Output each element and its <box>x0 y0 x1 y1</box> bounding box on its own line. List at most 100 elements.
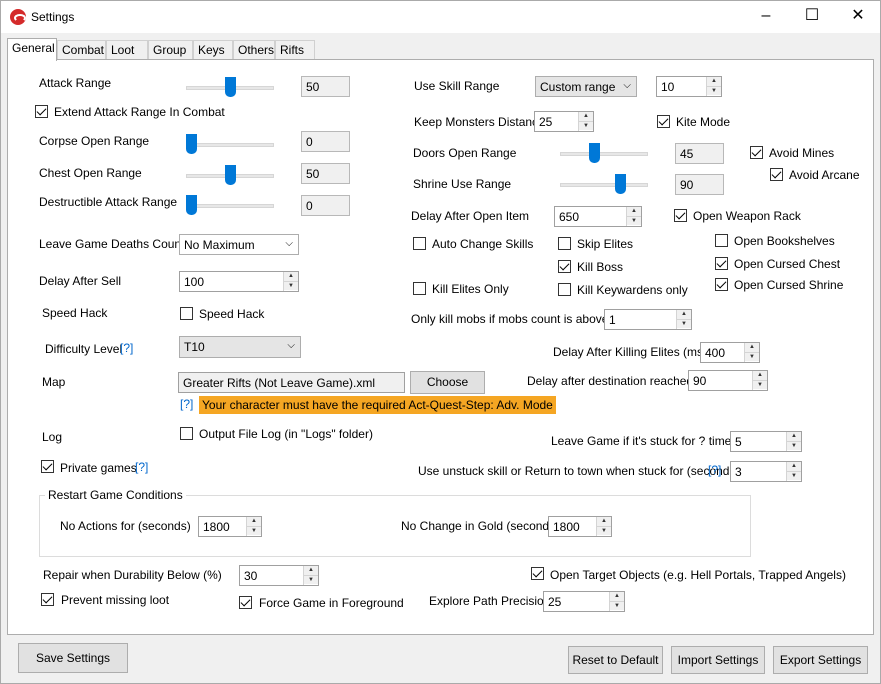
avoid-mines-checkbox[interactable] <box>750 146 763 159</box>
open-cursed-shrine-checkbox[interactable] <box>715 278 728 291</box>
maximize-button[interactable]: ☐ <box>789 1 835 33</box>
open-cursed-chest-checkbox[interactable] <box>715 257 728 270</box>
shrine-use-slider[interactable] <box>560 174 648 196</box>
chest-open-slider[interactable] <box>186 165 274 187</box>
minimize-button[interactable]: – <box>743 1 789 33</box>
log-checkbox[interactable] <box>180 427 193 440</box>
leave-deaths-select[interactable]: No Maximum ⌵ <box>179 234 299 255</box>
spin-up-icon[interactable]: ▲ <box>579 112 593 121</box>
speed-hack-checkbox[interactable] <box>180 307 193 320</box>
spin-up-icon[interactable]: ▲ <box>247 517 261 526</box>
unstuck-help-link[interactable]: [?] <box>708 463 721 477</box>
spin-down-icon[interactable]: ▼ <box>304 575 318 584</box>
close-button[interactable]: ✕ <box>835 1 881 33</box>
no-gold-input[interactable]: 1800 ▲ ▼ <box>548 516 612 537</box>
open-target-checkbox[interactable] <box>531 567 544 580</box>
tab-others[interactable]: Others <box>233 40 275 60</box>
spin-down-icon[interactable]: ▼ <box>247 526 261 535</box>
open-weapon-rack-checkbox[interactable] <box>674 209 687 222</box>
tab-combat[interactable]: Combat <box>57 40 106 60</box>
tab-general[interactable]: General <box>7 38 57 61</box>
spin-down-icon[interactable]: ▼ <box>610 601 624 610</box>
kill-keywardens-checkbox[interactable] <box>558 283 571 296</box>
use-skill-range-select[interactable]: Custom range ⌵ <box>535 76 637 97</box>
spin-down-icon[interactable]: ▼ <box>745 352 759 361</box>
leave-stuck-spinner[interactable]: ▲ ▼ <box>786 432 801 451</box>
difficulty-help-link[interactable]: [?] <box>120 341 133 355</box>
skip-elites-checkbox[interactable] <box>558 237 571 250</box>
spin-up-icon[interactable]: ▲ <box>787 432 801 441</box>
auto-change-skills-checkbox[interactable] <box>413 237 426 250</box>
map-file-field[interactable]: Greater Rifts (Not Leave Game).xml <box>178 372 405 393</box>
save-settings-button[interactable]: Save Settings <box>18 643 128 673</box>
private-games-checkbox[interactable] <box>41 460 54 473</box>
spin-up-icon[interactable]: ▲ <box>597 517 611 526</box>
spin-up-icon[interactable]: ▲ <box>753 371 767 380</box>
tab-group[interactable]: Group <box>148 40 193 60</box>
explore-input[interactable]: 25 ▲ ▼ <box>543 591 625 612</box>
spin-up-icon[interactable]: ▲ <box>745 343 759 352</box>
destructible-slider[interactable] <box>186 195 274 217</box>
spin-up-icon[interactable]: ▲ <box>677 310 691 319</box>
repair-spinner[interactable]: ▲ ▼ <box>303 566 318 585</box>
repair-input[interactable]: 30 ▲ ▼ <box>239 565 319 586</box>
prevent-loot-checkbox[interactable] <box>41 593 54 606</box>
mobs-count-spinner[interactable]: ▲ ▼ <box>676 310 691 329</box>
spin-down-icon[interactable]: ▼ <box>753 380 767 389</box>
no-actions-spinner[interactable]: ▲ ▼ <box>246 517 261 536</box>
spin-up-icon[interactable]: ▲ <box>284 272 298 281</box>
spin-down-icon[interactable]: ▼ <box>627 216 641 225</box>
spin-down-icon[interactable]: ▼ <box>707 86 721 95</box>
spin-up-icon[interactable]: ▲ <box>787 462 801 471</box>
private-games-help-link[interactable]: [?] <box>135 460 148 474</box>
spin-down-icon[interactable]: ▼ <box>787 471 801 480</box>
kite-mode-checkbox[interactable] <box>657 115 670 128</box>
open-bookshelves-checkbox[interactable] <box>715 234 728 247</box>
unstuck-spinner[interactable]: ▲ ▼ <box>786 462 801 481</box>
import-settings-button[interactable]: Import Settings <box>671 646 765 674</box>
export-settings-button[interactable]: Export Settings <box>773 646 868 674</box>
tab-loot[interactable]: Loot <box>106 40 148 60</box>
spin-up-icon[interactable]: ▲ <box>304 566 318 575</box>
kill-elites-only-checkbox[interactable] <box>413 282 426 295</box>
spin-up-icon[interactable]: ▲ <box>627 207 641 216</box>
delay-elites-spinner[interactable]: ▲ ▼ <box>744 343 759 362</box>
spin-down-icon[interactable]: ▼ <box>677 319 691 328</box>
spin-down-icon[interactable]: ▼ <box>597 526 611 535</box>
leave-stuck-input[interactable]: 5 ▲ ▼ <box>730 431 802 452</box>
no-gold-spinner[interactable]: ▲ ▼ <box>596 517 611 536</box>
tab-keys[interactable]: Keys <box>193 40 233 60</box>
delay-sell-input[interactable]: 100 ▲ ▼ <box>179 271 299 292</box>
delay-open-item-spinner[interactable]: ▲ ▼ <box>626 207 641 226</box>
delay-elites-input[interactable]: 400 ▲ ▼ <box>700 342 760 363</box>
avoid-arcane-checkbox[interactable] <box>770 168 783 181</box>
spin-down-icon[interactable]: ▼ <box>787 441 801 450</box>
no-actions-input[interactable]: 1800 ▲ ▼ <box>198 516 262 537</box>
spin-down-icon[interactable]: ▼ <box>579 121 593 130</box>
use-skill-range-input[interactable]: 10 ▲ ▼ <box>656 76 722 97</box>
delay-destination-input[interactable]: 90 ▲ ▼ <box>688 370 768 391</box>
unstuck-input[interactable]: 3 ▲ ▼ <box>730 461 802 482</box>
delay-sell-spinner[interactable]: ▲ ▼ <box>283 272 298 291</box>
tab-rifts[interactable]: Rifts <box>275 40 315 60</box>
mobs-count-input[interactable]: 1 ▲ ▼ <box>604 309 692 330</box>
spin-up-icon[interactable]: ▲ <box>707 77 721 86</box>
kill-boss-checkbox[interactable] <box>558 260 571 273</box>
map-help-link[interactable]: [?] <box>180 397 193 411</box>
force-fg-checkbox[interactable] <box>239 596 252 609</box>
keep-distance-input[interactable]: 25 ▲ ▼ <box>534 111 594 132</box>
corpse-open-slider[interactable] <box>186 134 274 156</box>
explore-spinner[interactable]: ▲ ▼ <box>609 592 624 611</box>
reset-default-button[interactable]: Reset to Default <box>568 646 663 674</box>
extend-attack-checkbox[interactable] <box>35 105 48 118</box>
keep-distance-spinner[interactable]: ▲ ▼ <box>578 112 593 131</box>
use-skill-range-spinner[interactable]: ▲ ▼ <box>706 77 721 96</box>
attack-range-slider[interactable] <box>186 77 274 99</box>
choose-map-button[interactable]: Choose <box>410 371 485 394</box>
delay-open-item-input[interactable]: 650 ▲ ▼ <box>554 206 642 227</box>
delay-destination-spinner[interactable]: ▲ ▼ <box>752 371 767 390</box>
spin-down-icon[interactable]: ▼ <box>284 281 298 290</box>
difficulty-select[interactable]: T10 ⌵ <box>179 336 301 358</box>
doors-open-slider[interactable] <box>560 143 648 165</box>
spin-up-icon[interactable]: ▲ <box>610 592 624 601</box>
